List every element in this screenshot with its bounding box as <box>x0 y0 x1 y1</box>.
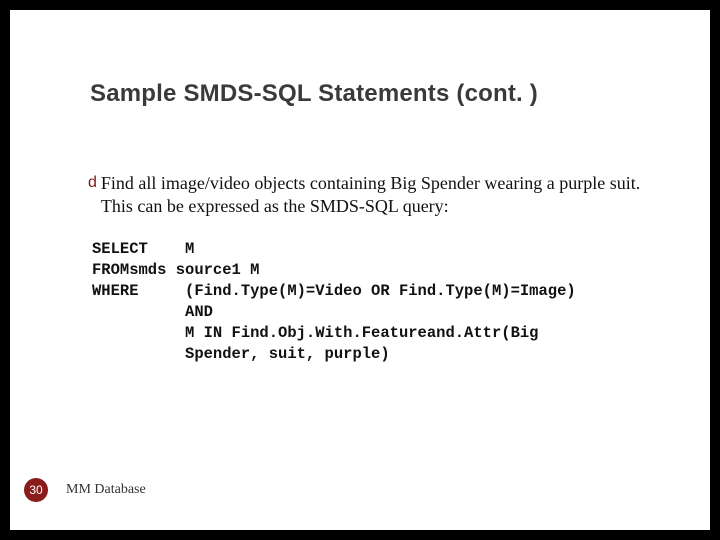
bullet-icon: d <box>88 172 97 194</box>
slide-title: Sample SMDS-SQL Statements (cont. ) <box>90 80 538 108</box>
slide-footer: 30 MM Database <box>10 478 710 502</box>
sql-code-block: SELECT M FROMsmds source1 M WHERE (Find.… <box>92 239 668 365</box>
slide-body: d Find all image/video objects containin… <box>88 172 668 365</box>
page-number-badge: 30 <box>24 478 48 502</box>
bullet-item: d Find all image/video objects containin… <box>88 172 668 217</box>
footer-label: MM Database <box>66 482 146 498</box>
bullet-text: Find all image/video objects containing … <box>101 172 668 217</box>
slide: Sample SMDS-SQL Statements (cont. ) d Fi… <box>10 10 710 530</box>
